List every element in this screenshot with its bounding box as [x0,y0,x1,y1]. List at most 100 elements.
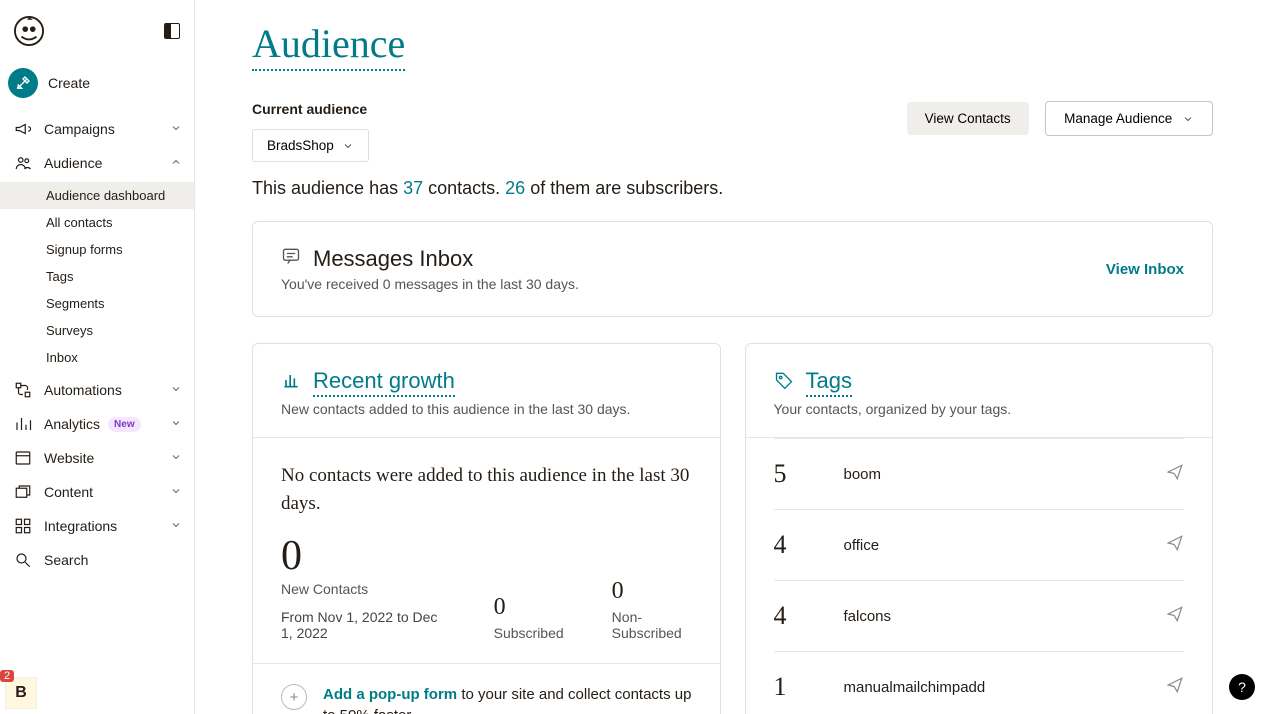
growth-subtitle: New contacts added to this audience in t… [281,401,692,417]
chat-icon [281,246,301,272]
subscribed-label: Subscribed [494,625,564,641]
tags-title[interactable]: Tags [806,368,852,397]
website-icon [12,449,34,467]
chevron-down-icon [170,382,182,398]
non-subscribed-count: 0 [612,578,692,605]
new-contacts-count: 0 [281,535,446,577]
tag-icon [774,370,794,396]
sidebar-sub-signup-forms[interactable]: Signup forms [0,236,194,263]
main-content: Audience Current audience BradsShop View… [195,0,1269,714]
plus-icon[interactable]: + [281,684,307,710]
chevron-down-icon [170,121,182,137]
chevron-down-icon [170,416,182,432]
growth-title[interactable]: Recent growth [313,368,455,397]
tag-count: 1 [774,672,844,702]
audience-submenu: Audience dashboard All contacts Signup f… [0,180,194,373]
create-button[interactable]: Create [0,60,194,112]
search-icon [12,551,34,569]
help-button[interactable]: ? [1229,674,1255,700]
sidebar-item-campaigns[interactable]: Campaigns [0,112,194,146]
messages-inbox-card: Messages Inbox You've received 0 message… [252,221,1213,317]
date-range: From Nov 1, 2022 to Dec 1, 2022 [281,609,446,641]
notification-badge: 2 [0,670,14,682]
campaigns-label: Campaigns [44,121,115,137]
recent-growth-card: Recent growth New contacts added to this… [252,343,721,714]
chevron-up-icon [170,155,182,171]
send-icon[interactable] [1166,463,1184,486]
website-label: Website [44,450,94,466]
tag-name: falcons [844,608,1167,625]
sidebar-sub-tags[interactable]: Tags [0,263,194,290]
audience-label: Audience [44,155,102,171]
view-inbox-link[interactable]: View Inbox [1106,261,1184,278]
tags-subtitle: Your contacts, organized by your tags. [774,401,1185,417]
chevron-down-icon [170,484,182,500]
tag-count: 4 [774,530,844,560]
sidebar-item-integrations[interactable]: Integrations [0,509,194,543]
people-icon [12,154,34,172]
analytics-label: Analytics [44,416,100,432]
tag-name: boom [844,466,1167,483]
chevron-down-icon [170,450,182,466]
manage-audience-button[interactable]: Manage Audience [1045,101,1213,136]
send-icon[interactable] [1166,605,1184,628]
tag-count: 4 [774,601,844,631]
content-icon [12,483,34,501]
automations-icon [12,381,34,399]
tags-card: Tags Your contacts, organized by your ta… [745,343,1214,714]
sidebar-sub-surveys[interactable]: Surveys [0,317,194,344]
content-label: Content [44,484,93,500]
subscribers-count: 26 [505,178,525,198]
search-label: Search [44,552,88,568]
send-icon[interactable] [1166,676,1184,699]
collapse-sidebar-icon[interactable] [164,23,180,39]
tag-name: manualmailchimpadd [844,679,1167,696]
sidebar-item-website[interactable]: Website [0,441,194,475]
sidebar-sub-all-contacts[interactable]: All contacts [0,209,194,236]
sidebar-item-analytics[interactable]: Analytics New [0,407,194,441]
sidebar-sub-segments[interactable]: Segments [0,290,194,317]
chevron-down-icon [342,140,354,152]
new-contacts-label: New Contacts [281,581,446,597]
megaphone-icon [12,120,34,138]
view-contacts-button[interactable]: View Contacts [907,102,1029,135]
tag-count: 5 [774,459,844,489]
account-avatar[interactable]: 2 B [6,678,36,708]
avatar: B [6,678,36,708]
create-label: Create [48,75,90,91]
bar-chart-icon [281,370,301,396]
new-badge: New [108,417,141,432]
sidebar-item-audience[interactable]: Audience [0,146,194,180]
mailchimp-logo[interactable] [14,16,44,46]
add-popup-form-link[interactable]: Add a pop-up form [323,686,457,703]
tag-row[interactable]: 4 office [774,510,1185,581]
growth-no-contacts: No contacts were added to this audience … [281,462,692,517]
automations-label: Automations [44,382,122,398]
tag-row[interactable]: 4 falcons [774,581,1185,652]
contacts-count: 37 [403,178,423,198]
tag-row[interactable]: 5 boom [774,438,1185,510]
sidebar-sub-inbox[interactable]: Inbox [0,344,194,371]
sidebar: Create Campaigns Audience Audience dashb… [0,0,195,714]
sidebar-item-automations[interactable]: Automations [0,373,194,407]
page-title: Audience [252,20,405,71]
send-icon[interactable] [1166,534,1184,557]
current-audience-label: Current audience [252,101,369,117]
tags-list: 5 boom 4 office 4 falcons [746,437,1213,714]
contacts-summary: This audience has 37 contacts. 26 of the… [252,178,1213,199]
inbox-title: Messages Inbox [313,246,473,272]
tag-name: office [844,537,1167,554]
audience-selector[interactable]: BradsShop [252,129,369,162]
subscribed-count: 0 [494,594,564,621]
sidebar-item-search[interactable]: Search [0,543,194,577]
integrations-label: Integrations [44,518,117,534]
sidebar-sub-audience-dashboard[interactable]: Audience dashboard [0,182,194,209]
chevron-down-icon [170,518,182,534]
audience-name: BradsShop [267,138,334,153]
sidebar-item-content[interactable]: Content [0,475,194,509]
grid-icon [12,517,34,535]
tag-row[interactable]: 1 manualmailchimpadd [774,652,1185,714]
analytics-icon [12,415,34,433]
manage-audience-label: Manage Audience [1064,111,1172,126]
inbox-subtitle: You've received 0 messages in the last 3… [281,276,579,292]
